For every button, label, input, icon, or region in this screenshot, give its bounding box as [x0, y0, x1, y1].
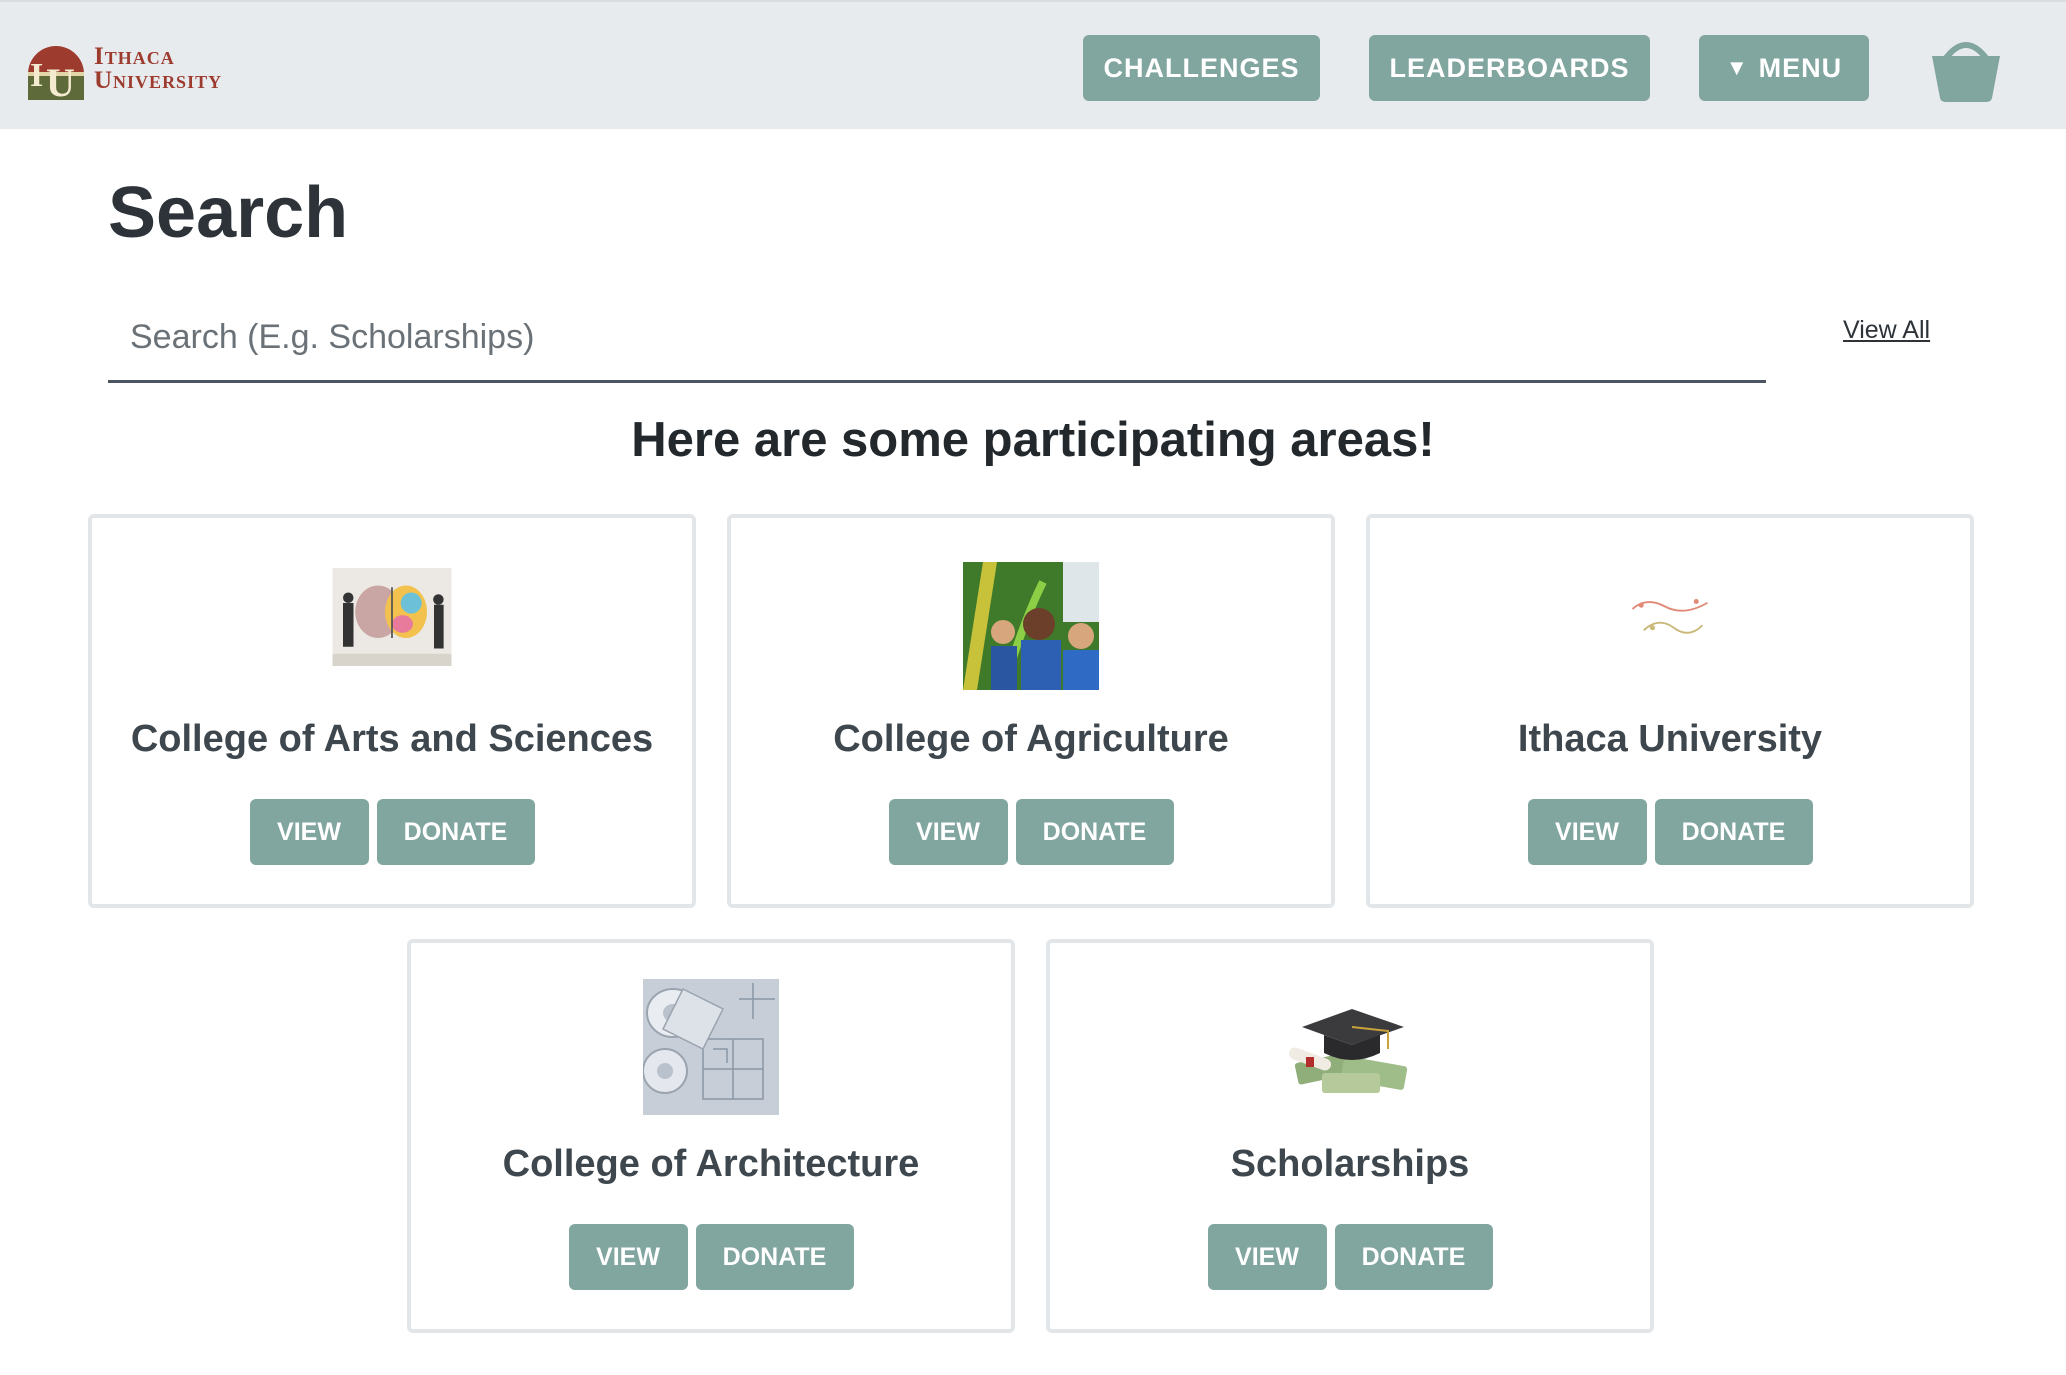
areas-heading: Here are some participating areas!: [631, 413, 1435, 467]
challenges-button[interactable]: CHALLENGES: [1083, 35, 1320, 101]
leaderboards-button[interactable]: LEADERBOARDS: [1369, 35, 1650, 101]
donate-button[interactable]: DONATE: [1334, 1224, 1493, 1290]
card-actions: VIEW DONATE: [1370, 799, 1970, 865]
area-card-arts-sciences: College of Arts and Sciences VIEW DONATE: [88, 514, 696, 908]
basket-icon[interactable]: [1928, 32, 2004, 104]
card-actions: VIEW DONATE: [411, 1224, 1011, 1290]
card-actions: VIEW DONATE: [92, 799, 692, 865]
brain-art-image: [332, 568, 452, 666]
area-card-architecture: College of Architecture VIEW DONATE: [407, 939, 1015, 1333]
view-button[interactable]: VIEW: [1207, 1224, 1327, 1290]
view-button[interactable]: VIEW: [888, 799, 1008, 865]
view-button[interactable]: VIEW: [249, 799, 369, 865]
logo-wordmark: Ithaca University: [94, 43, 223, 94]
svg-text:I: I: [30, 57, 43, 94]
card-actions: VIEW DONATE: [1050, 1224, 1650, 1290]
area-card-ithaca-university: Ithaca University VIEW DONATE: [1366, 514, 1974, 908]
page-title: Search: [108, 173, 349, 253]
area-card-agriculture: College of Agriculture VIEW DONATE: [727, 514, 1335, 908]
view-button[interactable]: VIEW: [568, 1224, 688, 1290]
area-name: College of Agriculture: [833, 718, 1229, 760]
view-all-link[interactable]: View All: [1843, 316, 1930, 345]
triangle-down-icon: ▼: [1725, 55, 1749, 80]
area-name: College of Arts and Sciences: [130, 718, 654, 760]
leaderboards-label: LEADERBOARDS: [1389, 52, 1630, 83]
donate-button[interactable]: DONATE: [1654, 799, 1813, 865]
donate-button[interactable]: DONATE: [1015, 799, 1174, 865]
donate-button[interactable]: DONATE: [376, 799, 535, 865]
site-header: I U Ithaca University CHALLENGES LEADERB…: [0, 0, 2066, 129]
logo-line-1: Ithaca: [94, 43, 175, 70]
agriculture-photo-image: [963, 562, 1099, 690]
svg-text:U: U: [46, 60, 75, 104]
area-name: College of Architecture: [502, 1143, 920, 1185]
card-actions: VIEW DONATE: [731, 799, 1331, 865]
iu-monogram-icon: I U: [28, 46, 84, 104]
search-input[interactable]: [108, 295, 1766, 383]
area-name: Scholarships: [1230, 1143, 1470, 1185]
giving-day-logo-image: [1631, 599, 1708, 634]
logo-line-2: University: [94, 67, 223, 94]
area-name: Ithaca University: [1517, 718, 1823, 760]
ithaca-university-logo[interactable]: I U Ithaca University: [24, 34, 222, 104]
menu-button[interactable]: ▼ MENU: [1699, 35, 1869, 101]
challenges-label: CHALLENGES: [1103, 52, 1300, 83]
donate-button[interactable]: DONATE: [695, 1224, 854, 1290]
area-card-scholarships: Scholarships VIEW DONATE: [1046, 939, 1654, 1333]
graduation-cap-money-image: [1288, 1009, 1408, 1093]
menu-label: MENU: [1758, 52, 1843, 83]
view-button[interactable]: VIEW: [1527, 799, 1647, 865]
blueprints-image: [643, 979, 779, 1115]
